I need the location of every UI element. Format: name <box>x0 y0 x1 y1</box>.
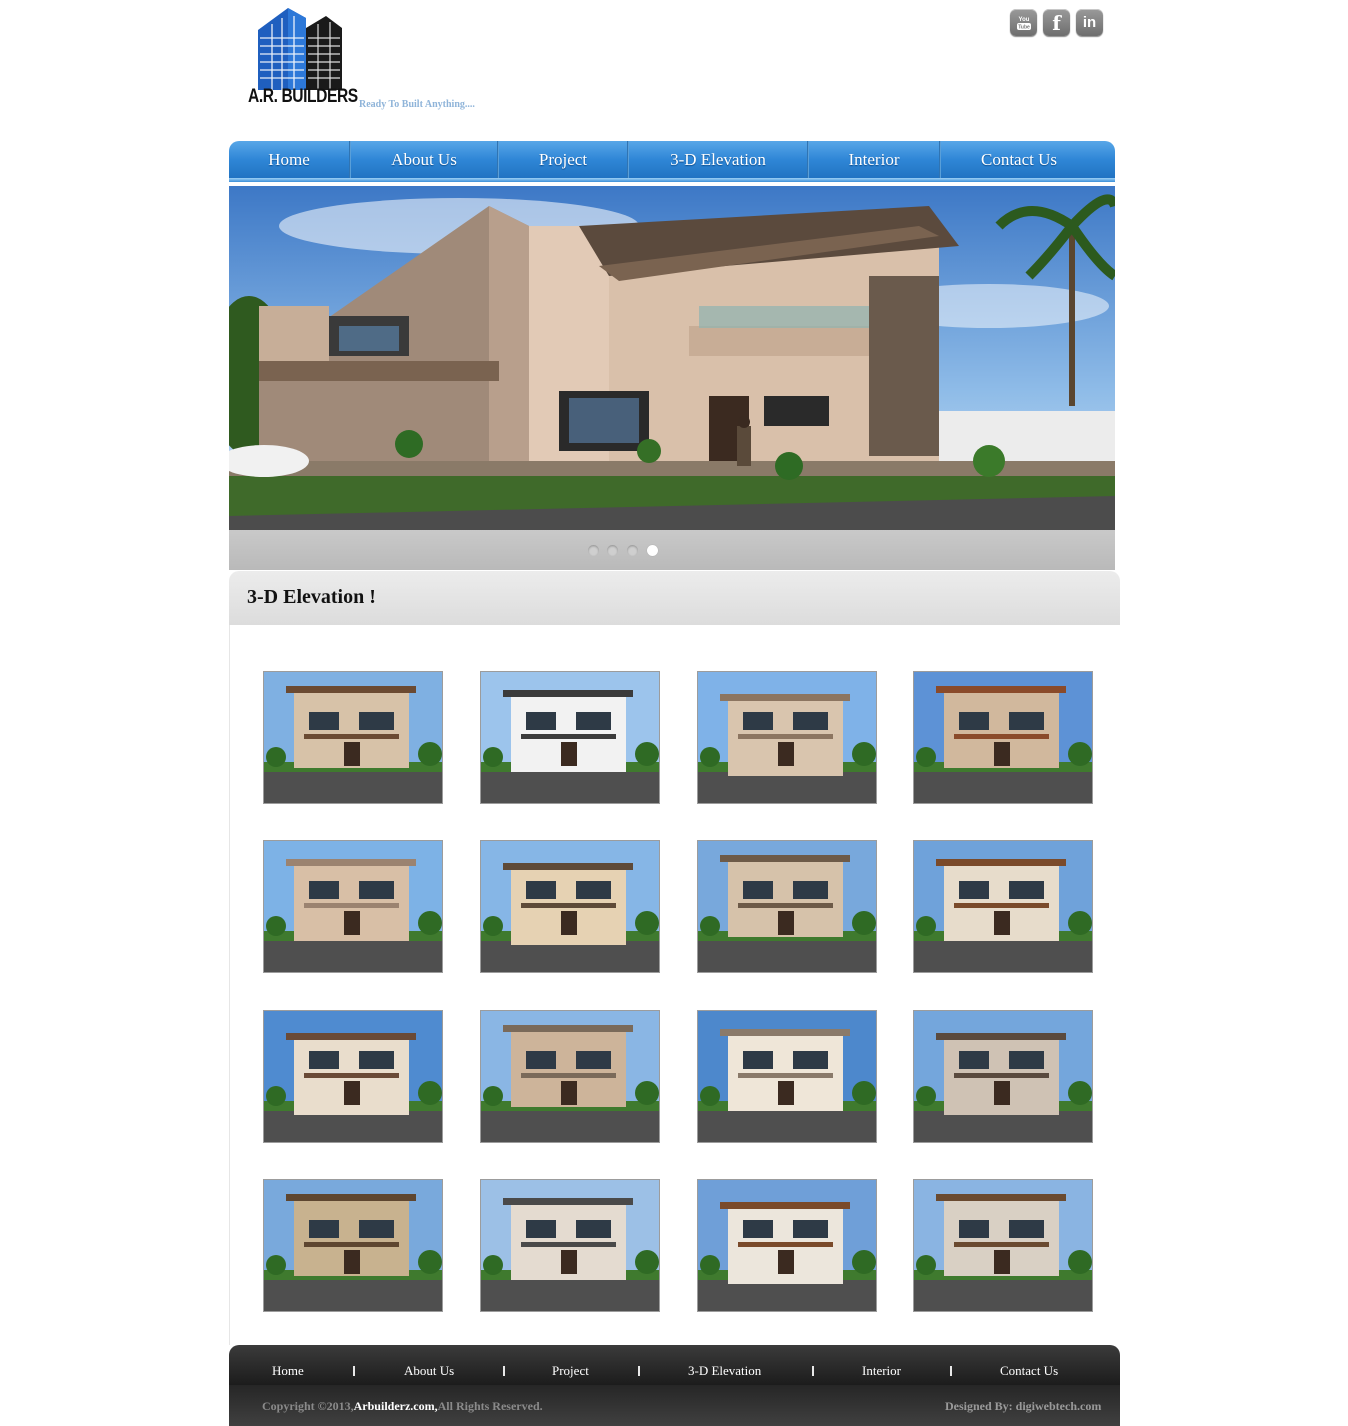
footer-nav-divider <box>950 1366 952 1376</box>
copyright-prefix: Copyright ©2013, <box>262 1399 354 1413</box>
gallery-thumbnail[interactable] <box>480 671 660 804</box>
svg-text:You: You <box>1018 17 1029 23</box>
logo-text: A.R. BUILDERS <box>248 86 358 107</box>
footer-nav-divider <box>812 1366 814 1376</box>
footer-nav-about-us[interactable]: About Us <box>404 1363 454 1379</box>
nav-interior[interactable]: Interior <box>809 141 939 178</box>
footer-nav-home[interactable]: Home <box>272 1363 304 1379</box>
designed-by-text[interactable]: Designed By: digiwebtech.com <box>945 1399 1101 1414</box>
nav-about-us[interactable]: About Us <box>351 141 497 178</box>
nav-project[interactable]: Project <box>499 141 627 178</box>
svg-text:Tube: Tube <box>1018 24 1030 30</box>
gallery-thumbnail[interactable] <box>697 1179 877 1312</box>
facebook-icon[interactable]: f <box>1043 9 1070 36</box>
footer-nav-divider <box>503 1366 505 1376</box>
footer-nav <box>229 1345 1120 1385</box>
gallery-thumbnail[interactable] <box>480 840 660 973</box>
gallery-thumbnail[interactable] <box>697 1010 877 1143</box>
gallery-thumbnail[interactable] <box>263 840 443 973</box>
footer-nav-project[interactable]: Project <box>552 1363 589 1379</box>
copyright-text: Copyright ©2013,Arbuilderz.com,All Right… <box>262 1399 543 1414</box>
gallery-thumbnail[interactable] <box>913 1010 1093 1143</box>
hero-slider-image <box>229 186 1115 530</box>
slider-dot-4[interactable] <box>647 545 658 556</box>
section-title: 3-D Elevation ! <box>247 586 376 608</box>
gallery-thumbnail[interactable] <box>913 840 1093 973</box>
main-nav: Home About Us Project 3-D Elevation Inte… <box>229 141 1115 182</box>
copyright-suffix: All Rights Reserved. <box>437 1399 543 1413</box>
gallery-thumbnail[interactable] <box>913 671 1093 804</box>
gallery-thumbnail[interactable] <box>263 1179 443 1312</box>
gallery-thumbnail[interactable] <box>480 1010 660 1143</box>
gallery-thumbnail[interactable] <box>263 671 443 804</box>
gallery-thumbnail[interactable] <box>913 1179 1093 1312</box>
footer-nav-3d-elevation[interactable]: 3-D Elevation <box>688 1363 761 1379</box>
footer-nav-interior[interactable]: Interior <box>862 1363 901 1379</box>
nav-contact-us[interactable]: Contact Us <box>941 141 1097 178</box>
slider-pager-bar <box>229 530 1115 570</box>
gallery-thumbnail[interactable] <box>480 1179 660 1312</box>
nav-3d-elevation[interactable]: 3-D Elevation <box>629 141 807 178</box>
slider-dot-3[interactable] <box>627 545 638 556</box>
gallery-thumbnail[interactable] <box>697 840 877 973</box>
gallery-thumbnail[interactable] <box>697 671 877 804</box>
footer-nav-divider <box>638 1366 640 1376</box>
slider-dot-2[interactable] <box>607 545 618 556</box>
footer-nav-contact-us[interactable]: Contact Us <box>1000 1363 1058 1379</box>
slider-dot-1[interactable] <box>588 545 599 556</box>
youtube-icon[interactable]: You Tube <box>1010 9 1037 36</box>
logo-buildings-icon <box>258 8 342 90</box>
gallery-thumbnail[interactable] <box>263 1010 443 1143</box>
tagline: Ready To Built Anything.... <box>359 99 475 110</box>
nav-home[interactable]: Home <box>229 141 349 178</box>
linkedin-icon[interactable]: in <box>1076 9 1103 36</box>
copyright-site-link[interactable]: Arbuilderz.com, <box>354 1399 438 1413</box>
footer-nav-divider <box>353 1366 355 1376</box>
